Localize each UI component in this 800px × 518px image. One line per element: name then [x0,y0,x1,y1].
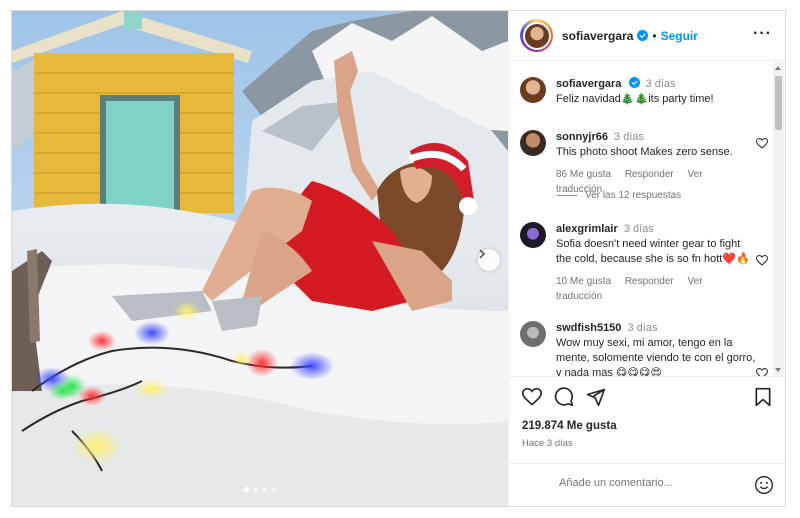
caption-username[interactable]: sofiavergara [556,78,621,90]
more-options-icon[interactable]: ··· [753,26,772,42]
avatar[interactable] [520,222,546,248]
action-icons [522,387,774,411]
caption-text: Feliz navidad🎄🎄its party time! [556,93,714,105]
carousel-indicator [12,487,508,492]
author-avatar-ring[interactable] [520,19,553,52]
comment-meta: 10 Me gusta Responder Ver traducción [556,274,756,304]
caption: sofiavergara 3 días Feliz navidad🎄🎄its p… [520,77,768,107]
author-username[interactable]: sofiavergara [562,29,633,43]
comment-likes[interactable]: 10 Me gusta [556,276,611,287]
carousel-dot [244,487,249,492]
likes-count[interactable]: 219.874 Me gusta [522,420,617,432]
heart-icon[interactable] [756,138,768,149]
comments-scrollbar[interactable] [773,62,784,376]
caption-time[interactable]: 3 días [646,78,676,90]
save-bookmark-icon[interactable] [754,387,772,407]
replies-divider [557,195,577,196]
comment-body: swdfish5150 3 días Wow muy sexi, mi amor… [556,321,756,376]
caption-body: sofiavergara 3 días Feliz navidad🎄🎄its p… [556,77,756,107]
avatar[interactable] [520,77,546,103]
carousel-dot [271,487,276,492]
scrollbar-thumb[interactable] [775,76,782,130]
post-timestamp[interactable]: Hace 3 días [522,438,573,449]
scroll-up-icon[interactable] [775,66,781,70]
verified-badge-icon [628,77,640,88]
comment-text: Sofia doesn't need winter gear to fight … [556,238,750,265]
comment-item: sonnyjr66 3 días This photo shoot Makes … [520,130,768,197]
carousel-dot [262,487,267,492]
comment-likes[interactable]: 86 Me gusta [556,169,611,180]
reply-button[interactable]: Responder [625,169,674,180]
like-heart-icon[interactable] [522,387,542,407]
view-replies-button[interactable]: Ver las 12 respuestas [557,190,681,201]
avatar [522,21,551,50]
post-actions: 219.874 Me gusta Hace 3 días [509,376,785,506]
follow-button[interactable]: Seguir [661,29,698,43]
verified-badge-icon [637,30,649,41]
comment-body: sonnyjr66 3 días This photo shoot Makes … [556,130,756,197]
comment-item: alexgrimlair 3 días Sofia doesn't need w… [520,222,768,304]
comment-icon[interactable] [554,387,574,407]
post-header: sofiavergara • Seguir ··· [509,11,785,61]
scroll-down-icon[interactable] [775,368,781,372]
separator-dot: • [652,28,657,43]
post-dialog: sofiavergara • Seguir ··· sofiavergara 3… [11,10,786,507]
comment-username[interactable]: swdfish5150 [556,322,621,334]
view-replies-label[interactable]: Ver las 12 respuestas [585,190,681,201]
post-photo [12,11,508,506]
comment-text: This photo shoot Makes zero sense. [556,146,733,158]
comment-time[interactable]: 3 días [614,131,644,143]
heart-icon[interactable] [756,255,768,266]
carousel-dot [253,487,258,492]
reply-button[interactable]: Responder [625,276,674,287]
comment-body: alexgrimlair 3 días Sofia doesn't need w… [556,222,756,304]
avatar[interactable] [520,321,546,347]
emoji-icon[interactable] [754,475,774,495]
comment-time[interactable]: 3 días [624,223,654,235]
comments-list[interactable]: sofiavergara 3 días Feliz navidad🎄🎄its p… [509,62,772,376]
comment-time[interactable]: 3 días [627,322,657,334]
comment-username[interactable]: sonnyjr66 [556,131,608,143]
avatar[interactable] [520,130,546,156]
share-icon[interactable] [586,387,606,407]
carousel-next-button[interactable] [478,249,500,271]
comment-item: swdfish5150 3 días Wow muy sexi, mi amor… [520,321,768,376]
post-sidebar: sofiavergara • Seguir ··· sofiavergara 3… [508,11,785,506]
chevron-right-icon [479,249,486,259]
comment-input[interactable] [559,477,739,489]
comment-username[interactable]: alexgrimlair [556,223,618,235]
heart-icon[interactable] [756,368,768,376]
comment-text: Wow muy sexi, mi amor, tengo en la mente… [556,337,756,376]
add-comment-bar [509,463,785,506]
post-media[interactable] [12,11,508,506]
